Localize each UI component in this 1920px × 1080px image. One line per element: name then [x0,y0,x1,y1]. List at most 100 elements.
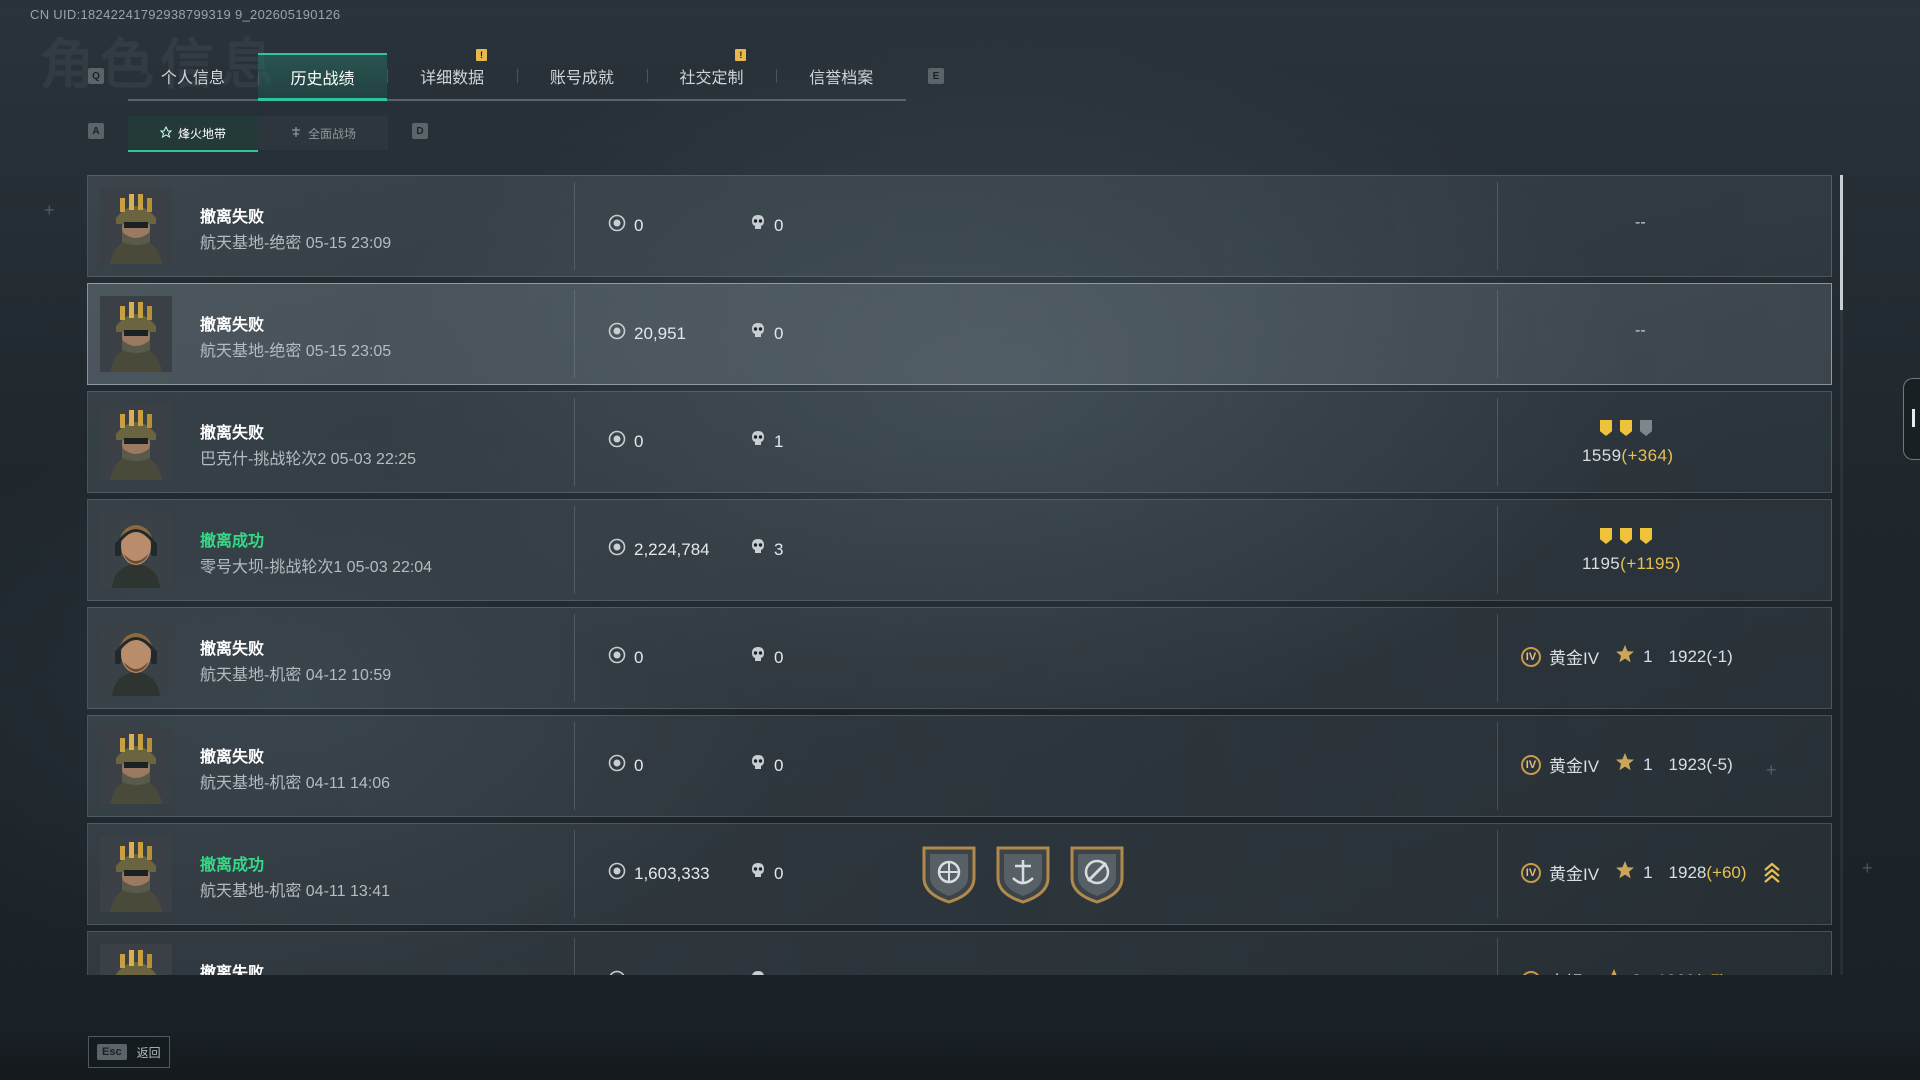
mode-subtabs: 烽火地带 全面战场 [128,116,388,152]
challenge-progress [1600,420,1652,436]
loot-value: 0 [608,430,643,453]
subtab-next-key-hint[interactable]: D [412,123,428,139]
operator-avatar [100,836,172,912]
column-divider [1497,182,1498,270]
fire-zone-icon [159,125,173,141]
shield-medal-icon[interactable] [920,842,978,904]
tab-prev-key-hint[interactable]: Q [88,68,104,84]
rank-up-icon [1763,862,1781,884]
crossed-medal-icon[interactable] [1068,842,1126,904]
coin-icon [608,862,626,885]
rank-tier-badge-icon: IV [1521,862,1541,883]
score-delta: (-1) [1706,646,1733,666]
match-record-row[interactable]: 撤离失败航天基地-机密 04-11 13:3523,6320I白银I31868(… [87,931,1832,975]
loot-value: 2,224,784 [608,538,710,561]
extraction-status: 撤离失败 [200,209,265,226]
tab-3[interactable]: 详细数据! [387,49,517,99]
tab-4[interactable]: 账号成就 [517,53,647,99]
match-record-row[interactable]: 撤离失败 航天基地-机密 04-12 10:59 0 0 IV 黄金IV 1 1922(-1) [87,607,1832,709]
map-and-time: 航天基地-绝密 05-15 23:09 [200,235,392,252]
tab-label: 详细数据 [420,70,485,87]
coin-icon [608,970,626,975]
map-and-time: 航天基地-绝密 05-15 23:05 [200,343,392,360]
kill-count: 1 [750,430,783,453]
subtab-label: 全面战场 [307,126,356,141]
side-panel-handle[interactable] [1903,378,1920,460]
score-value: 1559 [1582,446,1622,465]
battlefield-icon [290,126,302,141]
extraction-status: 撤离失败 [200,317,265,334]
coin-icon [608,322,626,345]
map-and-time: 航天基地-机密 04-11 14:06 [200,775,390,792]
skull-icon [750,754,766,777]
skull-icon [750,862,766,885]
star-count: 3 [1632,971,1641,976]
loot-value-text: 0 [634,215,644,235]
tab-next-key-hint[interactable]: E [928,68,944,84]
rank-info: IV 黄金IV 1 1922(-1) [1521,644,1733,669]
kill-count: 0 [750,646,783,669]
kill-count-text: 0 [774,323,784,343]
star-icon [1615,860,1635,885]
tab-5[interactable]: 社交定制! [646,49,777,99]
rank-info: IV 黄金IV 1 1928(+60) [1521,860,1781,885]
progress-pip-icon [1620,420,1632,436]
subtab-label: 烽火地带 [177,126,226,141]
match-history-list[interactable]: 撤离失败 航天基地-绝密 05-15 23:09 0 0 -- 撤离失败 航天基地-绝密 0… [87,175,1832,975]
kill-count: 0 [750,862,783,885]
loot-value: 20,951 [608,322,686,345]
column-divider [574,182,575,270]
column-divider [1497,830,1498,918]
challenge-progress [1600,528,1652,544]
loot-value: 0 [608,646,643,669]
rank-name: 黄金IV [1549,649,1600,668]
loot-value-text: 1,603,333 [634,863,710,883]
esc-key-hint: Esc [97,1044,127,1060]
rank-name: 黄金IV [1549,757,1600,776]
tab-1[interactable]: 个人信息 [128,53,258,99]
back-button[interactable]: Esc 返回 [88,1036,170,1068]
column-divider [1497,722,1498,810]
anchor-medal-icon[interactable] [994,842,1052,904]
score-delta: (+364) [1621,446,1674,465]
match-record-row[interactable]: 撤离失败 巴克什-挑战轮次2 05-03 22:25 0 1 1559(+364) [87,391,1832,493]
match-record-row[interactable]: 撤离成功 零号大坝-挑战轮次1 05-03 22:04 2,224,784 3 1195… [87,499,1832,601]
score-value: 1195 [1582,554,1621,573]
progress-pip-icon [1600,420,1612,436]
tab-6[interactable]: 信誉档案 [776,53,906,99]
skull-icon [750,430,766,453]
loot-value: 23,632 [608,970,686,975]
rank-score: 1922(-1) [1669,647,1733,667]
loot-value-text: 0 [634,431,644,451]
skull-icon [750,646,766,669]
rank-score: 1923(-5) [1669,755,1733,775]
loot-value-text: 0 [634,647,644,667]
column-divider [1497,614,1498,702]
kill-count-text: 0 [774,215,784,235]
extraction-status: 撤离失败 [200,425,265,442]
subtab-2[interactable]: 全面战场 [258,116,388,150]
rank-info: IV 黄金IV 1 1923(-5) [1521,752,1733,777]
back-label: 返回 [136,1045,161,1060]
tab-2[interactable]: 历史战绩 [257,53,388,101]
subtab-prev-key-hint[interactable]: A [88,123,104,139]
column-divider [574,506,575,594]
loot-value-text: 20,951 [634,323,686,343]
main-tabs: 个人信息 历史战绩 详细数据! 账号成就 社交定制! 信誉档案 [128,49,906,101]
kill-count: 0 [750,214,783,237]
scrollbar-thumb[interactable] [1840,175,1843,310]
match-record-row[interactable]: 撤离失败 航天基地-绝密 05-15 23:05 20,951 0 -- [87,283,1832,385]
list-scrollbar[interactable] [1840,175,1843,975]
match-record-row[interactable]: 撤离失败 航天基地-机密 04-11 14:06 0 0 IV 黄金IV 1 1923(-5) [87,715,1832,817]
challenge-score: 1559(+364) [1582,446,1673,466]
loot-value: 0 [608,754,643,777]
match-record-row[interactable]: 撤离成功 航天基地-机密 04-11 13:41 1,603,333 0 IV 黄金IV 1… [87,823,1832,925]
map-and-time: 零号大坝-挑战轮次1 05-03 22:04 [200,559,433,576]
extraction-status: 撤离成功 [200,533,265,550]
operator-avatar [100,404,172,480]
match-record-row[interactable]: 撤离失败 航天基地-绝密 05-15 23:09 0 0 -- [87,175,1832,277]
kill-count-text: 0 [774,755,784,775]
map-and-time: 航天基地-机密 04-12 10:59 [200,667,392,684]
subtab-1[interactable]: 烽火地带 [128,116,258,152]
column-divider [574,398,575,486]
